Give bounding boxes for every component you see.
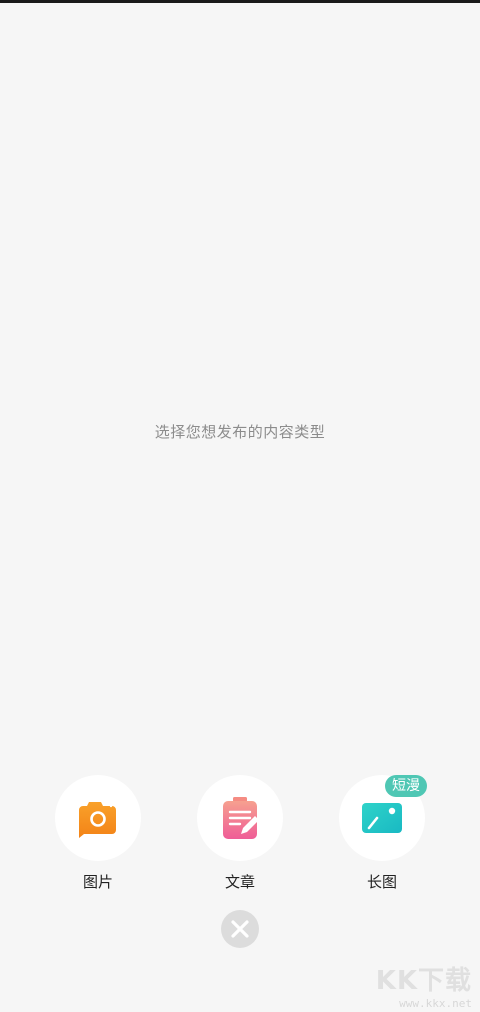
option-long-image[interactable]: 短漫 长图 (339, 775, 427, 892)
watermark-logo: KK下载 (375, 966, 472, 996)
option-picture-label: 图片 (82, 873, 113, 891)
short-comic-badge: 短漫 (385, 775, 427, 797)
watermark: KK下载 www.kkx.net (376, 960, 472, 1010)
camera-icon (79, 796, 117, 838)
top-border (0, 0, 480, 3)
close-button[interactable] (221, 910, 259, 948)
option-long-image-label: 长图 (366, 873, 397, 891)
option-article-button[interactable] (197, 775, 283, 861)
image-icon (362, 803, 402, 833)
publish-type-prompt: 选择您想发布的内容类型 (154, 423, 326, 441)
watermark-url: www.kkx.net (399, 997, 472, 1010)
option-article-label: 文章 (224, 873, 255, 891)
option-picture[interactable]: 图片 (55, 775, 141, 892)
close-icon (231, 920, 249, 938)
option-article[interactable]: 文章 (197, 775, 283, 892)
notepad-pen-icon (223, 797, 259, 839)
option-picture-button[interactable] (55, 775, 141, 861)
